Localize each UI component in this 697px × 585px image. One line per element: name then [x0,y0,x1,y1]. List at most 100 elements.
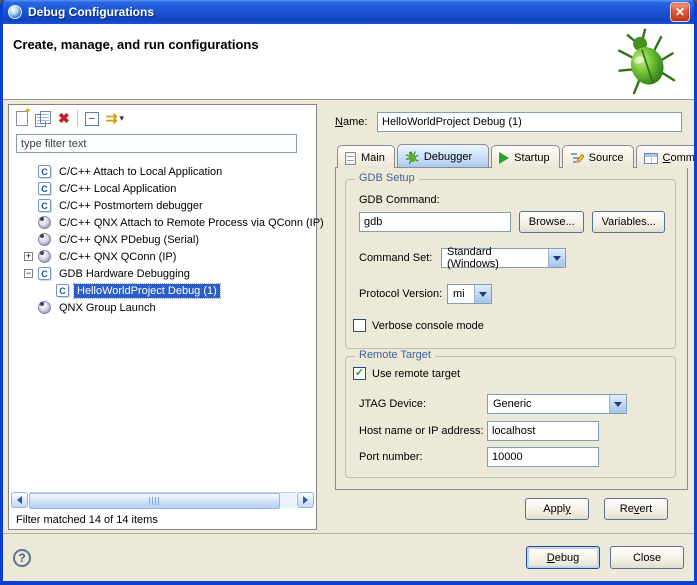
configurations-toolbar: ✦ ✖ − ⇉ ▾ [9,105,316,132]
port-number-input[interactable] [487,447,599,467]
dialog-header: Create, manage, and run configurations [3,24,694,100]
check-icon: ✓ [355,368,364,379]
tab-main[interactable]: Main [337,145,395,168]
c-config-icon: C [38,267,51,280]
tree-item-postmortem[interactable]: C C/C++ Postmortem debugger [11,197,314,214]
apply-button[interactable]: Apply [525,498,589,520]
tab-bar: Main [335,144,688,167]
tab-startup[interactable]: Startup [491,145,559,168]
debug-button[interactable]: Debug [526,546,600,569]
qnx-config-icon [38,301,51,314]
port-number-label: Port number: [359,451,487,463]
collapse-all-icon: − [85,112,99,126]
configuration-name-input[interactable] [377,112,682,132]
tab-common[interactable]: Common [636,145,697,168]
tree-item-helloworld-debug[interactable]: C HelloWorldProject Debug (1) [11,282,314,299]
help-icon: ? [18,551,25,565]
collapse-all-button[interactable]: − [85,110,99,128]
duplicate-icon [35,111,51,127]
chevron-down-icon [474,285,491,303]
filter-icon: ⇉ [106,110,118,127]
jtag-device-dropdown[interactable]: Generic [487,394,627,414]
scroll-right-icon [303,496,308,504]
tree-horizontal-scrollbar[interactable] [11,491,314,508]
tree-item-local-application[interactable]: C C/C++ Local Application [11,180,314,197]
browse-button[interactable]: Browse... [519,211,584,233]
page-title: Create, manage, and run configurations [13,37,259,52]
debug-configurations-dialog: Debug Configurations ✕ Create, manage, a… [0,0,697,585]
remote-target-group-title: Remote Target [355,349,435,361]
collapse-icon[interactable]: − [24,269,33,278]
tree-item-qnx-group-launch[interactable]: QNX Group Launch [11,299,314,316]
host-name-input[interactable] [487,421,599,441]
command-set-label: Command Set: [359,252,441,264]
verbose-console-checkbox[interactable] [353,319,366,332]
c-config-icon: C [56,284,69,297]
gdb-setup-group-title: GDB Setup [355,172,419,184]
scroll-left-icon [17,496,22,504]
qnx-config-icon [38,250,51,263]
gdb-command-input[interactable] [359,212,511,232]
filter-text-input[interactable] [16,134,297,153]
debugger-tab-content: GDB Setup GDB Command: Browse... Variabl… [335,167,688,490]
jtag-device-label: JTAG Device: [359,398,487,410]
dialog-body: ✦ ✖ − ⇉ ▾ C [3,100,694,581]
name-row: Name: [335,112,682,132]
close-button[interactable]: Close [610,546,684,569]
bug-logo-icon [616,28,676,97]
use-remote-target-label: Use remote target [372,368,460,380]
title-bar: Debug Configurations ✕ [3,0,694,24]
duplicate-configuration-button[interactable] [35,110,51,128]
filter-menu-caret-icon: ▾ [119,113,124,124]
scroll-right-button[interactable] [297,492,314,508]
configuration-form: Name: Main [328,100,690,533]
help-button[interactable]: ? [13,549,31,567]
protocol-version-label: Protocol Version: [359,288,447,300]
debugger-tab-bug-icon [405,150,419,164]
new-configuration-button[interactable]: ✦ [16,110,28,128]
c-config-icon: C [38,182,51,195]
host-name-label: Host name or IP address: [359,425,487,437]
remote-target-group: Remote Target ✓ Use remote target JTAG D… [345,356,676,478]
chevron-down-icon [609,395,626,413]
filter-status-text: Filter matched 14 of 14 items [16,514,158,526]
tree-item-qnx-qconn[interactable]: + C/C++ QNX QConn (IP) [11,248,314,265]
tab-folder: Main [335,144,688,490]
tree-item-gdb-hardware[interactable]: − C GDB Hardware Debugging [11,265,314,282]
gdb-command-label: GDB Command: [359,194,440,206]
gdb-setup-group: GDB Setup GDB Command: Browse... Variabl… [345,179,676,349]
apply-revert-row: Apply Revert [525,498,668,520]
delete-icon: ✖ [58,110,70,127]
toolbar-separator [77,110,78,127]
expand-icon[interactable]: + [24,252,33,261]
chevron-down-icon [548,249,565,267]
qnx-config-icon [38,216,51,229]
scroll-left-button[interactable] [11,492,28,508]
tree-item-qnx-pdebug[interactable]: C/C++ QNX PDebug (Serial) [11,231,314,248]
name-label: Name: [335,116,377,128]
tab-debugger[interactable]: Debugger [397,144,489,167]
delete-configuration-button[interactable]: ✖ [58,110,70,128]
c-config-icon: C [38,199,51,212]
thumb-grip [149,497,160,505]
window-title: Debug Configurations [28,5,670,19]
startup-tab-icon [499,152,509,164]
tab-source[interactable]: Source [562,145,634,168]
close-window-button[interactable]: ✕ [670,2,690,22]
scrollbar-track[interactable] [29,492,296,508]
tree-item-attach-local[interactable]: C C/C++ Attach to Local Application [11,163,314,180]
protocol-version-dropdown[interactable]: mi [447,284,492,304]
c-config-icon: C [38,165,51,178]
configurations-panel: ✦ ✖ − ⇉ ▾ C [8,104,317,530]
variables-button[interactable]: Variables... [592,211,665,233]
configurations-tree: C C/C++ Attach to Local Application C C/… [9,157,316,316]
revert-button[interactable]: Revert [604,498,668,520]
filter-launch-configurations-button[interactable]: ⇉ ▾ [106,110,124,128]
verbose-console-label: Verbose console mode [372,320,484,332]
tree-item-qnx-attach-remote[interactable]: C/C++ QNX Attach to Remote Process via Q… [11,214,314,231]
scrollbar-thumb[interactable] [29,493,280,509]
app-icon [8,5,22,19]
use-remote-target-checkbox[interactable]: ✓ [353,367,366,380]
qnx-config-icon [38,233,51,246]
command-set-dropdown[interactable]: Standard (Windows) [441,248,566,268]
